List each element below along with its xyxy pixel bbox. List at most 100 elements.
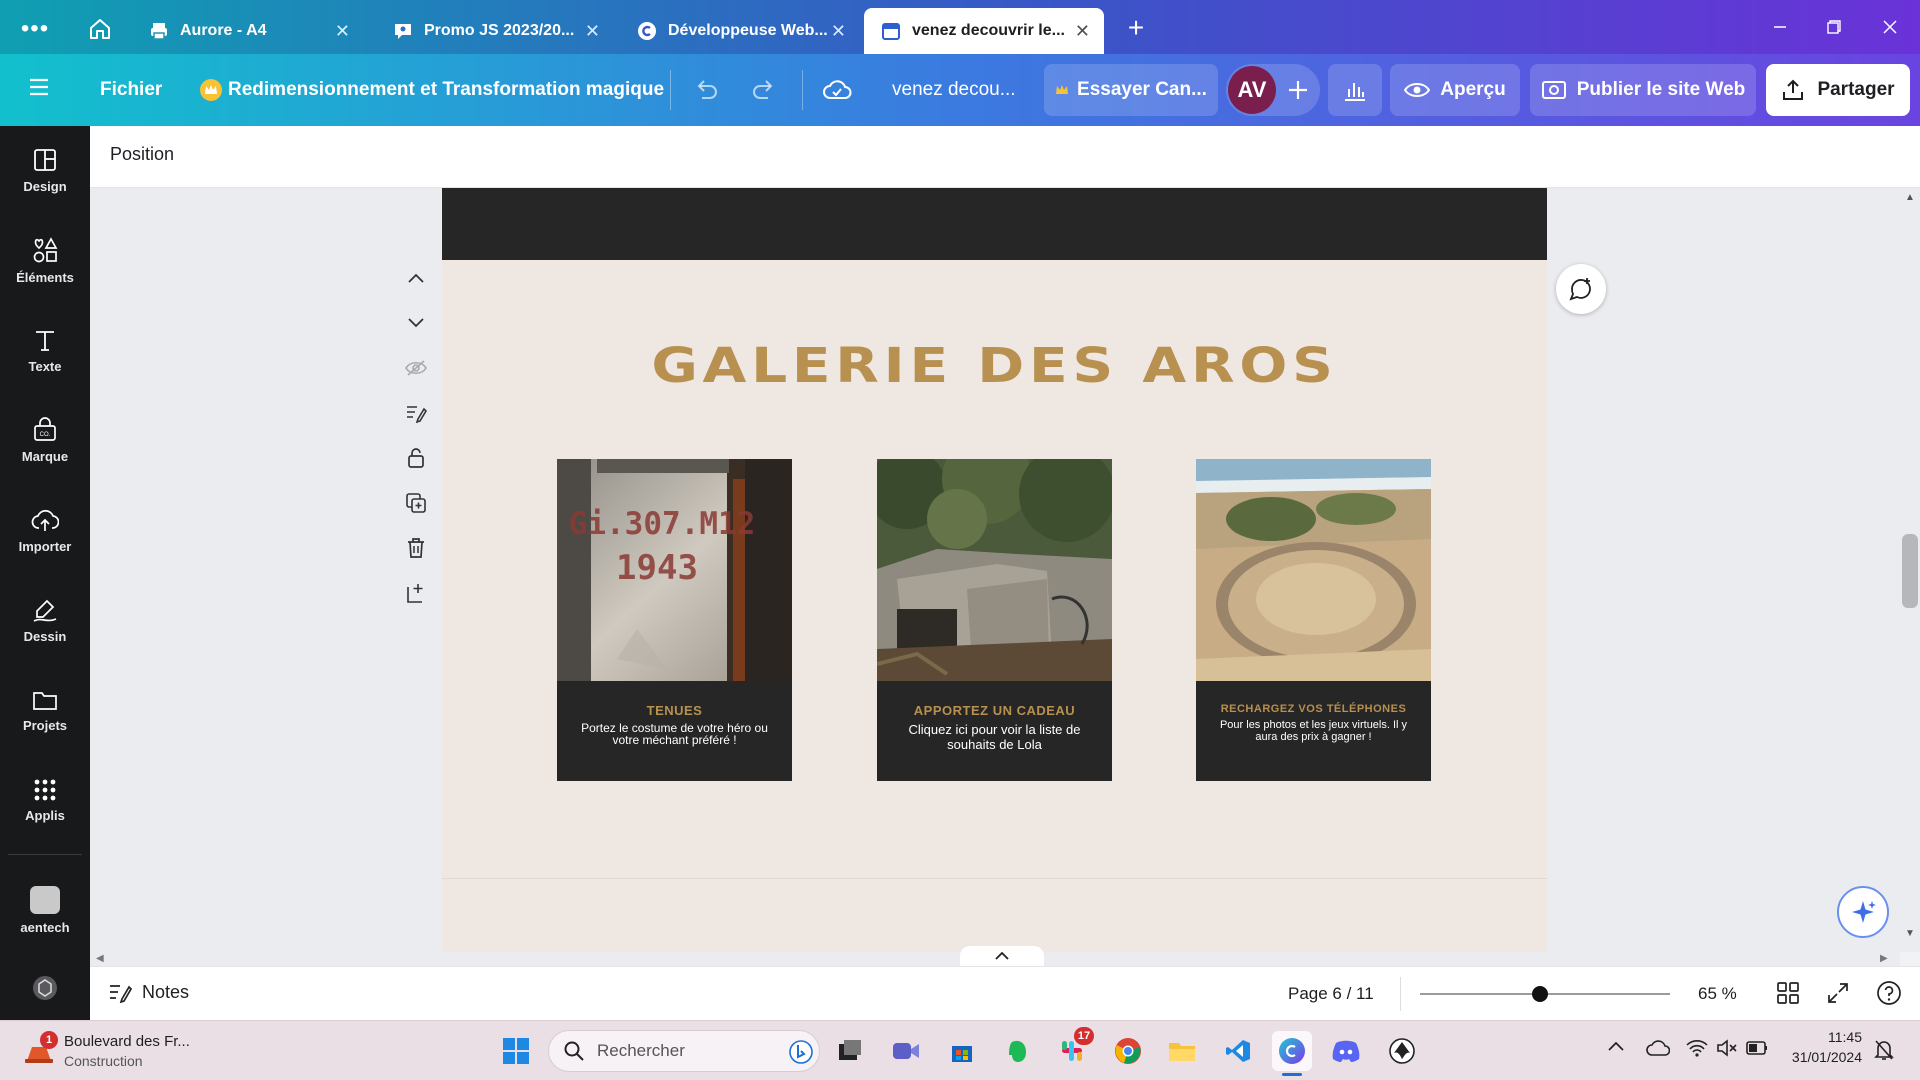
sidebar-item-elements[interactable]: Éléments — [0, 220, 90, 300]
preview-button[interactable]: Aperçu — [1390, 64, 1520, 116]
move-up-icon[interactable] — [396, 258, 436, 298]
notes-button[interactable]: Notes — [108, 981, 189, 1003]
brand-icon: CO. — [32, 416, 58, 443]
restore-icon[interactable] — [1806, 0, 1862, 54]
battery-icon[interactable] — [1746, 1041, 1768, 1055]
sidebar-item-design[interactable]: Design — [0, 130, 90, 210]
onedrive-icon[interactable] — [1646, 1039, 1670, 1057]
sidebar-item-apps[interactable]: Applis — [0, 760, 90, 840]
volume-muted-icon[interactable] — [1716, 1039, 1738, 1057]
resize-button[interactable]: Redimensionnement et Transformation magi… — [200, 74, 664, 106]
vertical-scroll-thumb[interactable] — [1902, 534, 1918, 608]
scroll-up-icon[interactable]: ▲ — [1905, 192, 1915, 203]
more-options-icon[interactable]: ••• — [14, 12, 56, 46]
card-charge-phones[interactable]: RECHARGEZ VOS TÉLÉPHONES Pour les photos… — [1196, 459, 1431, 781]
vertical-scrollbar[interactable]: ▲ ▼ — [1900, 188, 1920, 952]
slack-icon[interactable]: 17 — [1052, 1027, 1094, 1071]
task-view-icon[interactable] — [830, 1031, 870, 1071]
duplicate-icon[interactable] — [396, 483, 436, 523]
avatar[interactable]: AV — [1228, 66, 1276, 114]
inkscape-icon[interactable] — [1382, 1031, 1422, 1071]
show-pages-handle[interactable] — [960, 946, 1044, 966]
grid-view-icon[interactable] — [1776, 981, 1800, 1005]
app-avatar-icon — [30, 885, 60, 914]
teams-meet-icon[interactable] — [886, 1031, 926, 1071]
close-tab-icon[interactable]: ✕ — [1075, 21, 1090, 42]
add-page-icon[interactable] — [396, 573, 436, 613]
close-tab-icon[interactable]: ✕ — [831, 21, 846, 42]
clock-date[interactable]: 31/01/2024 — [1786, 1049, 1862, 1065]
scroll-down-icon[interactable]: ▼ — [1905, 928, 1915, 939]
undo-icon[interactable] — [692, 76, 722, 106]
hamburger-menu-icon[interactable] — [28, 76, 62, 104]
discord-icon[interactable] — [1326, 1031, 1366, 1071]
taskbar-search[interactable]: Rechercher — [548, 1030, 820, 1072]
insights-icon[interactable] — [1328, 64, 1382, 116]
card-gift[interactable]: APPORTEZ UN CADEAU Cliquez ici pour voir… — [877, 459, 1112, 781]
card-outfits[interactable]: Gi.307.M12 1943 TENUES Portez le costume… — [557, 459, 792, 781]
close-tab-icon[interactable]: ✕ — [335, 21, 350, 42]
clock-time[interactable]: 11:45 — [1786, 1029, 1862, 1045]
share-icon — [1781, 78, 1805, 102]
edit-notes-icon[interactable] — [396, 393, 436, 433]
sidebar-item-text[interactable]: Texte — [0, 310, 90, 390]
design-page[interactable]: GALERIE DES AROS Gi.307.M12 1943 TENUES … — [442, 188, 1547, 952]
trash-icon[interactable] — [396, 528, 436, 568]
help-icon[interactable] — [1876, 980, 1902, 1006]
add-comment-icon[interactable] — [1556, 264, 1606, 314]
vscode-icon[interactable] — [1218, 1031, 1258, 1071]
canva-icon[interactable] — [1272, 1031, 1312, 1071]
sidebar-item-draw[interactable]: Dessin — [0, 580, 90, 660]
tab-promo-js[interactable]: Promo JS 2023/20... ✕ — [376, 8, 614, 54]
zoom-level[interactable]: 65 % — [1698, 984, 1737, 1004]
file-explorer-icon[interactable] — [1162, 1031, 1202, 1071]
zoom-slider-thumb[interactable] — [1532, 986, 1548, 1002]
new-tab-button[interactable]: + — [1118, 10, 1154, 46]
notes-label: Notes — [142, 981, 190, 1002]
sidebar-item-label: Importer — [18, 538, 72, 554]
page-indicator[interactable]: Page 6 / 11 — [1288, 984, 1374, 1004]
weather-widget[interactable]: 1 Boulevard des Fr... Construction — [18, 1031, 218, 1073]
publish-website-button[interactable]: Publier le site Web — [1530, 64, 1756, 116]
evernote-icon[interactable] — [998, 1031, 1038, 1071]
card-title: TENUES — [646, 703, 703, 718]
scroll-left-icon[interactable]: ◀ — [96, 953, 104, 964]
chrome-icon[interactable] — [1108, 1031, 1148, 1071]
magic-sparkle-icon[interactable] — [1837, 886, 1889, 938]
sidebar-item-brand[interactable]: CO. Marque — [0, 400, 90, 480]
add-collaborator-icon[interactable] — [1284, 76, 1312, 104]
sidebar-item-import[interactable]: Importer — [0, 490, 90, 570]
fullscreen-icon[interactable] — [1826, 981, 1850, 1005]
zoom-slider[interactable] — [1420, 986, 1670, 1002]
lock-icon[interactable] — [396, 438, 436, 478]
share-button[interactable]: Partager — [1766, 64, 1910, 116]
redo-icon[interactable] — [750, 76, 780, 106]
close-window-icon[interactable] — [1862, 0, 1918, 54]
microsoft-store-icon[interactable] — [942, 1031, 982, 1071]
notification-badge: 1 — [40, 1031, 58, 1049]
file-menu[interactable]: Fichier — [100, 74, 162, 106]
horizontal-scrollbar[interactable]: ◀ ▶ — [90, 946, 1900, 966]
tab-developpeuse-web[interactable]: Développeuse Web... ✕ — [620, 8, 860, 54]
context-toolbar: Position — [90, 126, 1920, 188]
openai-icon[interactable] — [31, 974, 59, 1002]
browser-title-bar: ••• Aurore - A4 ✕ Promo JS 2023/20... ✕ … — [0, 0, 1920, 54]
sidebar-item-projects[interactable]: Projets — [0, 670, 90, 750]
bing-icon[interactable] — [789, 1040, 813, 1064]
windows-start-icon[interactable] — [496, 1031, 536, 1071]
move-down-icon[interactable] — [396, 303, 436, 343]
close-tab-icon[interactable]: ✕ — [585, 21, 600, 42]
minimize-icon[interactable] — [1752, 0, 1808, 54]
position-button[interactable]: Position — [110, 144, 174, 165]
home-icon[interactable] — [80, 12, 120, 46]
tab-aurore[interactable]: Aurore - A4 ✕ — [132, 8, 364, 54]
show-hidden-icons[interactable] — [1608, 1041, 1624, 1051]
sidebar-item-aentech[interactable]: aentech — [0, 870, 90, 950]
scroll-right-icon[interactable]: ▶ — [1880, 953, 1888, 964]
cloud-saved-icon[interactable] — [822, 76, 854, 106]
document-title[interactable]: venez decou... — [892, 74, 1016, 106]
tab-venez-decouvrir[interactable]: venez decouvrir le... ✕ — [864, 8, 1104, 54]
notification-bell-icon[interactable] — [1874, 1039, 1894, 1061]
wifi-icon[interactable] — [1686, 1039, 1708, 1057]
try-pro-button[interactable]: Essayer Can... — [1044, 64, 1218, 116]
